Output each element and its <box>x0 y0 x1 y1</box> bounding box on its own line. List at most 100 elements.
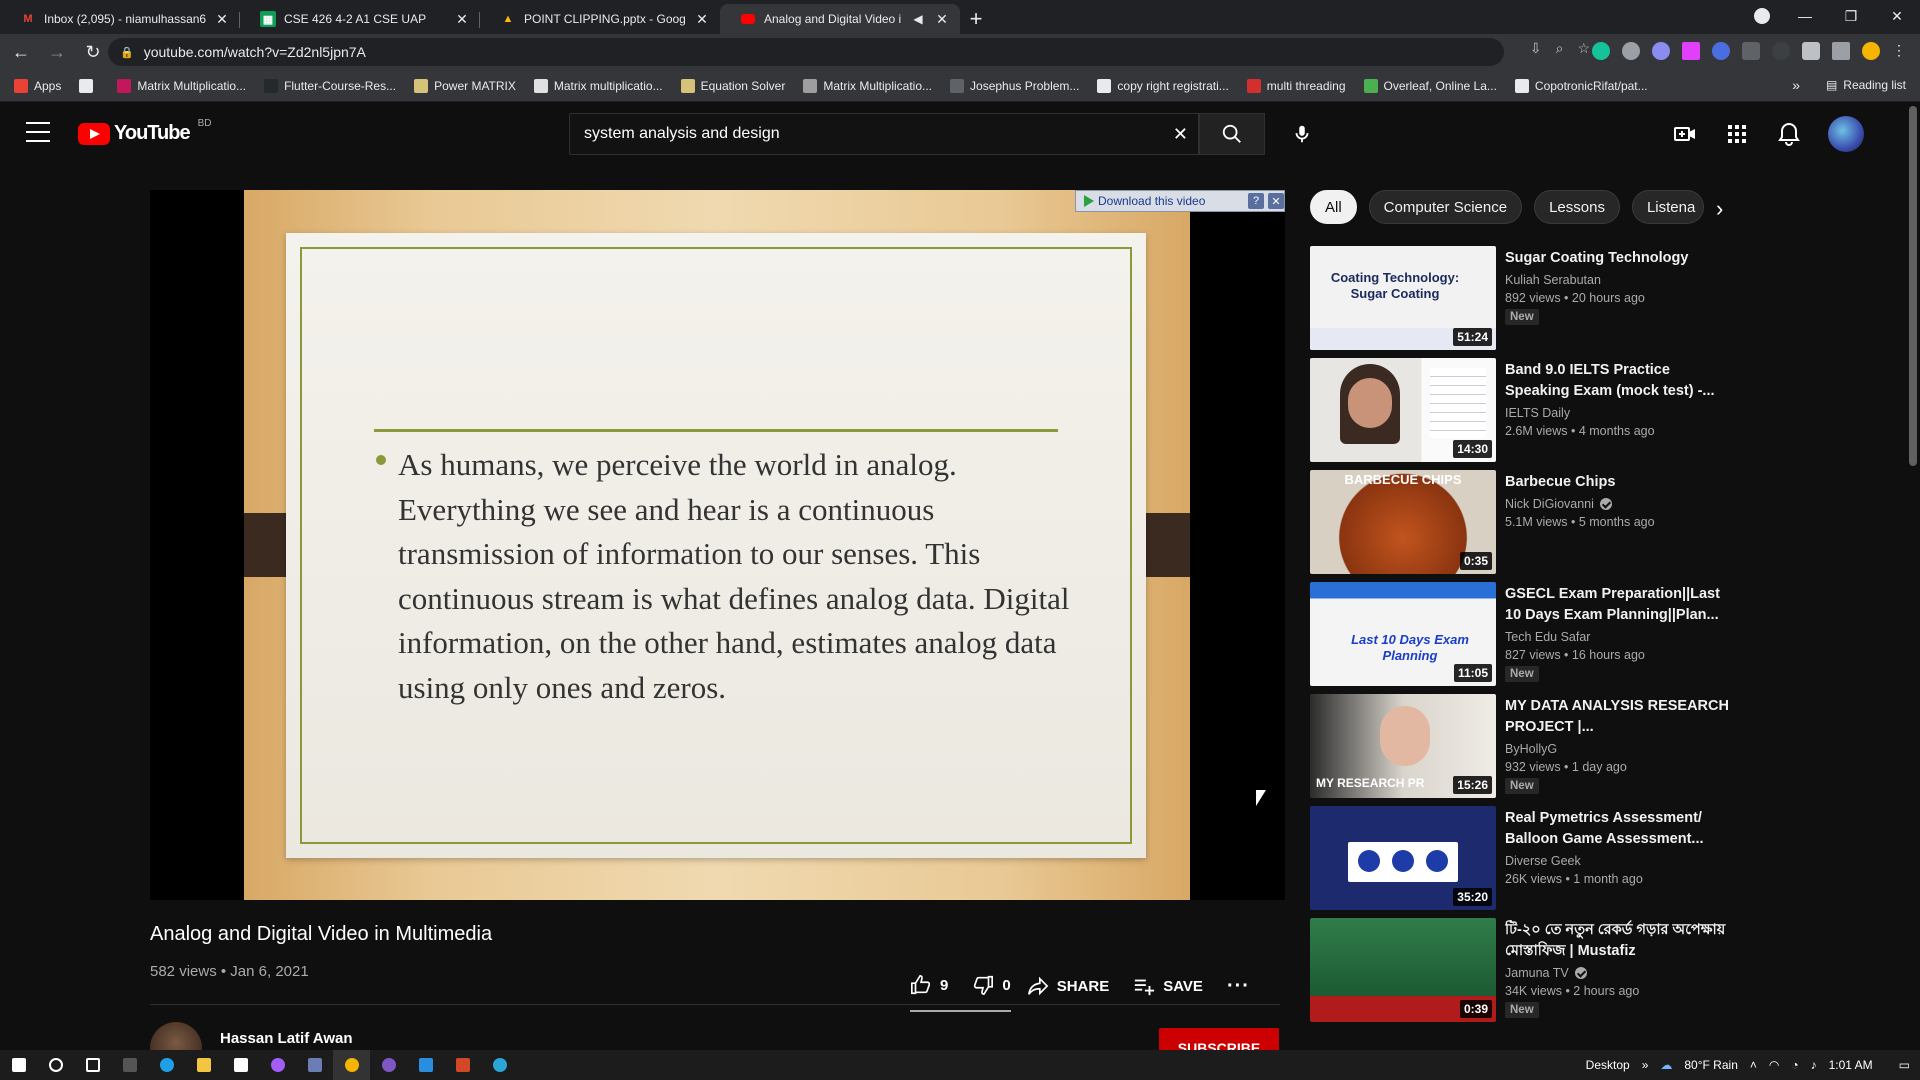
network-icon[interactable]: ◠ <box>1769 1058 1779 1072</box>
window-close-icon[interactable]: ✕ <box>1874 0 1920 32</box>
channel-label[interactable]: Jamuna TV <box>1505 966 1569 980</box>
tab-youtube[interactable]: Analog and Digital Video in M ◀ ✕ <box>720 4 960 34</box>
tab-search-icon[interactable] <box>1754 8 1770 24</box>
video-player[interactable]: As humans, we perceive the world in anal… <box>150 190 1285 900</box>
bookmark-item[interactable]: CopotronicRifat/pat... <box>1514 78 1648 93</box>
task-view-icon[interactable] <box>74 1050 111 1080</box>
weather-text[interactable]: 80°F Rain <box>1684 1058 1738 1072</box>
screen-extension-icon[interactable] <box>1742 42 1760 60</box>
file-explorer-icon[interactable] <box>185 1050 222 1080</box>
recommendation-channel[interactable]: ByHollyG <box>1505 742 1730 756</box>
mail-icon[interactable] <box>222 1050 259 1080</box>
chip-listenable[interactable]: Listena <box>1631 190 1704 224</box>
search-input[interactable]: system analysis and design ✕ <box>569 113 1199 155</box>
back-icon[interactable]: ← <box>6 37 36 67</box>
close-icon[interactable]: ✕ <box>454 11 470 28</box>
app-icon[interactable] <box>481 1050 518 1080</box>
desktop-toolbar[interactable]: Desktop <box>1586 1058 1630 1072</box>
lock-icon[interactable]: 🔒 <box>120 46 134 59</box>
recommendation-title[interactable]: MY DATA ANALYSIS RESEARCH PROJECT |... <box>1505 696 1730 738</box>
bookmark-item[interactable]: Matrix multiplicatio... <box>533 78 663 93</box>
recommendation-channel[interactable]: Tech Edu Safar <box>1505 630 1730 644</box>
hamburger-menu-icon[interactable] <box>26 122 50 142</box>
channel-label[interactable]: Kuliah Serabutan <box>1505 273 1601 287</box>
more-bookmarks-icon[interactable]: » <box>1792 77 1800 93</box>
apps-grid-icon[interactable] <box>1724 121 1750 147</box>
bookmark-item[interactable]: Equation Solver <box>680 78 785 93</box>
recommendation-title[interactable]: Sugar Coating Technology <box>1505 248 1730 269</box>
recommendation-channel[interactable]: Nick DiGiovanni <box>1505 497 1730 511</box>
download-extension-icon[interactable] <box>1712 42 1730 60</box>
recommendation-item[interactable]: BARBECUE CHIPS 0:35 Barbecue Chips Nick … <box>1310 470 1730 582</box>
voice-search-button[interactable] <box>1284 116 1320 152</box>
video-thumbnail[interactable]: Coating Technology: Sugar Coating 51:24 <box>1310 246 1496 350</box>
download-video-bar[interactable]: Download this video ? ✕ <box>1075 190 1285 212</box>
help-icon[interactable]: ? <box>1248 193 1264 209</box>
recommendation-channel[interactable]: Diverse Geek <box>1505 854 1730 868</box>
recommendation-title[interactable]: Real Pymetrics Assessment/ Balloon Game … <box>1505 808 1730 850</box>
messenger-icon[interactable] <box>259 1050 296 1080</box>
url-text[interactable]: youtube.com/watch?v=Zd2nl5jpn7A <box>144 44 366 60</box>
bookmark-item[interactable]: Matrix Multiplicatio... <box>117 78 246 93</box>
close-icon[interactable]: ✕ <box>1268 193 1284 209</box>
chip-computer-science[interactable]: Computer Science <box>1368 190 1523 224</box>
camera-extension-icon[interactable] <box>1622 42 1640 60</box>
recommendation-item[interactable]: 0:39 টি-২০ তে নতুন রেকর্ড গড়ার অপেক্ষায… <box>1310 918 1730 1030</box>
close-icon[interactable]: ✕ <box>694 11 710 28</box>
app-icon[interactable] <box>296 1050 333 1080</box>
recommendation-title[interactable]: GSECL Exam Preparation||Last 10 Days Exa… <box>1505 584 1730 626</box>
new-tab-button[interactable]: + <box>960 4 992 34</box>
recommendation-channel[interactable]: IELTS Daily <box>1505 406 1730 420</box>
video-thumbnail[interactable]: 35:20 <box>1310 806 1496 910</box>
puzzle-icon[interactable] <box>1802 42 1820 60</box>
bookmark-star-icon[interactable]: ☆ <box>1577 40 1590 57</box>
chrome-menu-icon[interactable]: ⋮ <box>1892 42 1906 60</box>
mute-icon[interactable]: ◀ <box>910 12 926 26</box>
search-button[interactable] <box>1199 113 1265 155</box>
pen-extension-icon[interactable] <box>1772 42 1790 60</box>
recommendation-channel[interactable]: Jamuna TV <box>1505 966 1730 980</box>
download-label[interactable]: Download this video <box>1098 194 1244 208</box>
forward-icon[interactable]: → <box>42 37 72 67</box>
install-icon[interactable]: ⇩ <box>1530 40 1542 57</box>
flag-extension-icon[interactable] <box>1682 42 1700 60</box>
save-button[interactable]: SAVE <box>1133 975 1203 997</box>
maximize-icon[interactable]: ❐ <box>1828 0 1874 32</box>
video-thumbnail[interactable]: BARBECUE CHIPS 0:35 <box>1310 470 1496 574</box>
recommendation-channel[interactable]: Kuliah Serabutan <box>1505 273 1730 287</box>
youtube-logo[interactable]: YouTube BD <box>78 118 211 145</box>
volume-icon[interactable]: ♪ <box>1811 1058 1817 1072</box>
tray-expand-icon[interactable]: ˄ <box>1750 1058 1757 1072</box>
powerpoint-icon[interactable] <box>444 1050 481 1080</box>
recommendation-title[interactable]: টি-২০ তে নতুন রেকর্ড গড়ার অপেক্ষায় মোস… <box>1505 920 1730 962</box>
recommendation-item[interactable]: MY RESEARCH PR 15:26 MY DATA ANALYSIS RE… <box>1310 694 1730 806</box>
extension-icon[interactable] <box>1652 42 1670 60</box>
page-scrollbar[interactable] <box>1906 102 1920 1050</box>
chip-all[interactable]: All <box>1310 190 1357 224</box>
search-query[interactable]: system analysis and design <box>584 125 780 143</box>
channel-label[interactable]: IELTS Daily <box>1505 406 1570 420</box>
weather-icon[interactable]: ☁ <box>1660 1058 1672 1072</box>
bookmark-item[interactable]: Flutter-Course-Res... <box>264 78 396 93</box>
recommendation-item[interactable]: 14:30 Band 9.0 IELTS Practice Speaking E… <box>1310 358 1730 470</box>
notifications-icon[interactable]: ▭ <box>1899 1058 1910 1072</box>
wifi-icon[interactable]: ◔ <box>1791 1058 1798 1072</box>
notifications-bell-icon[interactable] <box>1776 121 1802 147</box>
bookmark-item[interactable]: Apps <box>14 78 61 93</box>
chevron-icon[interactable]: » <box>1642 1058 1649 1072</box>
clear-search-icon[interactable]: ✕ <box>1173 124 1188 145</box>
address-bar[interactable]: 🔒 youtube.com/watch?v=Zd2nl5jpn7A <box>108 38 1504 66</box>
recommendation-title[interactable]: Band 9.0 IELTS Practice Speaking Exam (m… <box>1505 360 1730 402</box>
bookmark-item[interactable]: copy right registrati... <box>1097 78 1229 93</box>
minimize-icon[interactable]: — <box>1782 0 1828 32</box>
chip-lessons[interactable]: Lessons <box>1534 190 1620 224</box>
video-thumbnail[interactable]: MY RESEARCH PR 15:26 <box>1310 694 1496 798</box>
tab-sheets[interactable]: ▦ CSE 426 4-2 A1 CSE UAP ✕ <box>240 4 480 34</box>
recommendation-item[interactable]: Last 10 Days Exam Planning 11:05 GSECL E… <box>1310 582 1730 694</box>
app-icon[interactable] <box>370 1050 407 1080</box>
vscode-icon[interactable] <box>407 1050 444 1080</box>
bookmark-item[interactable] <box>79 78 99 93</box>
account-avatar[interactable] <box>1828 116 1864 152</box>
channel-label[interactable]: Tech Edu Safar <box>1505 630 1590 644</box>
like-button[interactable]: 9 <box>910 974 948 996</box>
